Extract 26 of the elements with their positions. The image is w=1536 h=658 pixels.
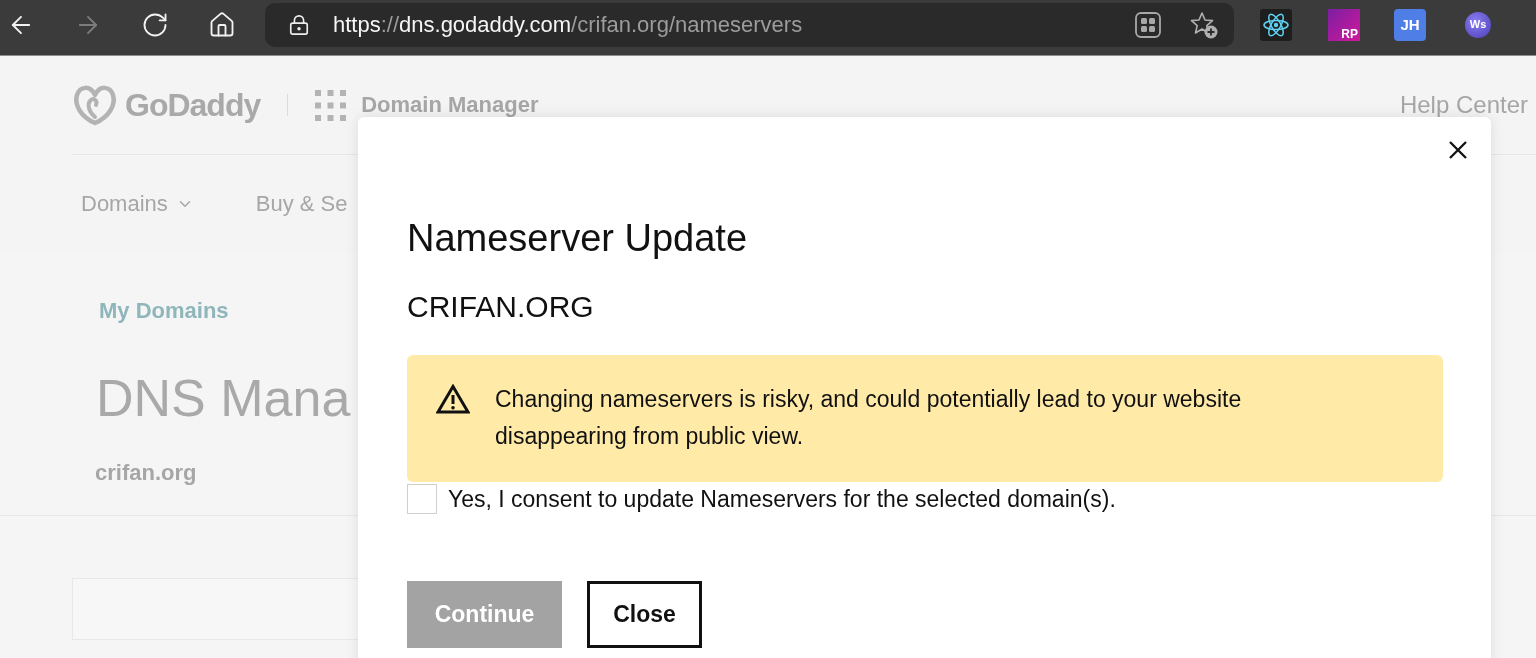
page-title: DNS Mana (96, 368, 351, 428)
help-center-link[interactable]: Help Center (1399, 92, 1528, 118)
modal-domain: CRIFAN.ORG (407, 289, 595, 325)
grid-icon[interactable] (1135, 11, 1161, 38)
url-text[interactable]: https://dns.godaddy.com/crifan.org/nameservers (333, 10, 803, 39)
domain-name: crifan.org (95, 459, 197, 487)
nav-link[interactable]: Buy & Se (255, 190, 348, 218)
atom-icon[interactable] (1260, 8, 1292, 41)
breadcrumb-link[interactable]: My Domains (99, 297, 229, 325)
modal-title: Nameserver Update (407, 216, 749, 261)
star-plus-icon[interactable] (1190, 10, 1218, 39)
app-name: Domain Manager (361, 93, 539, 117)
lock-icon[interactable] (288, 13, 310, 36)
close-dialog-button[interactable]: Close (587, 581, 702, 648)
warning-icon (436, 384, 470, 414)
close-button[interactable] (1449, 141, 1467, 159)
home-icon[interactable] (208, 10, 236, 39)
close-icon (1449, 141, 1467, 159)
extension-button[interactable]: Ws (1465, 11, 1491, 38)
logo-wordmark[interactable]: GoDaddy (125, 86, 261, 124)
warning-text: Changing nameservers is risky, and could potentially lead to your website disappearing from public view. (495, 385, 1243, 451)
nav-menu[interactable]: Domains (81, 190, 194, 218)
extension-button[interactable]: RP (1328, 8, 1360, 41)
consent-checkbox[interactable] (407, 484, 437, 514)
consent-label[interactable]: Yes, I consent to update Nameservers for the selected domain(s). (448, 484, 1116, 514)
extension-button[interactable]: JH (1394, 8, 1426, 41)
